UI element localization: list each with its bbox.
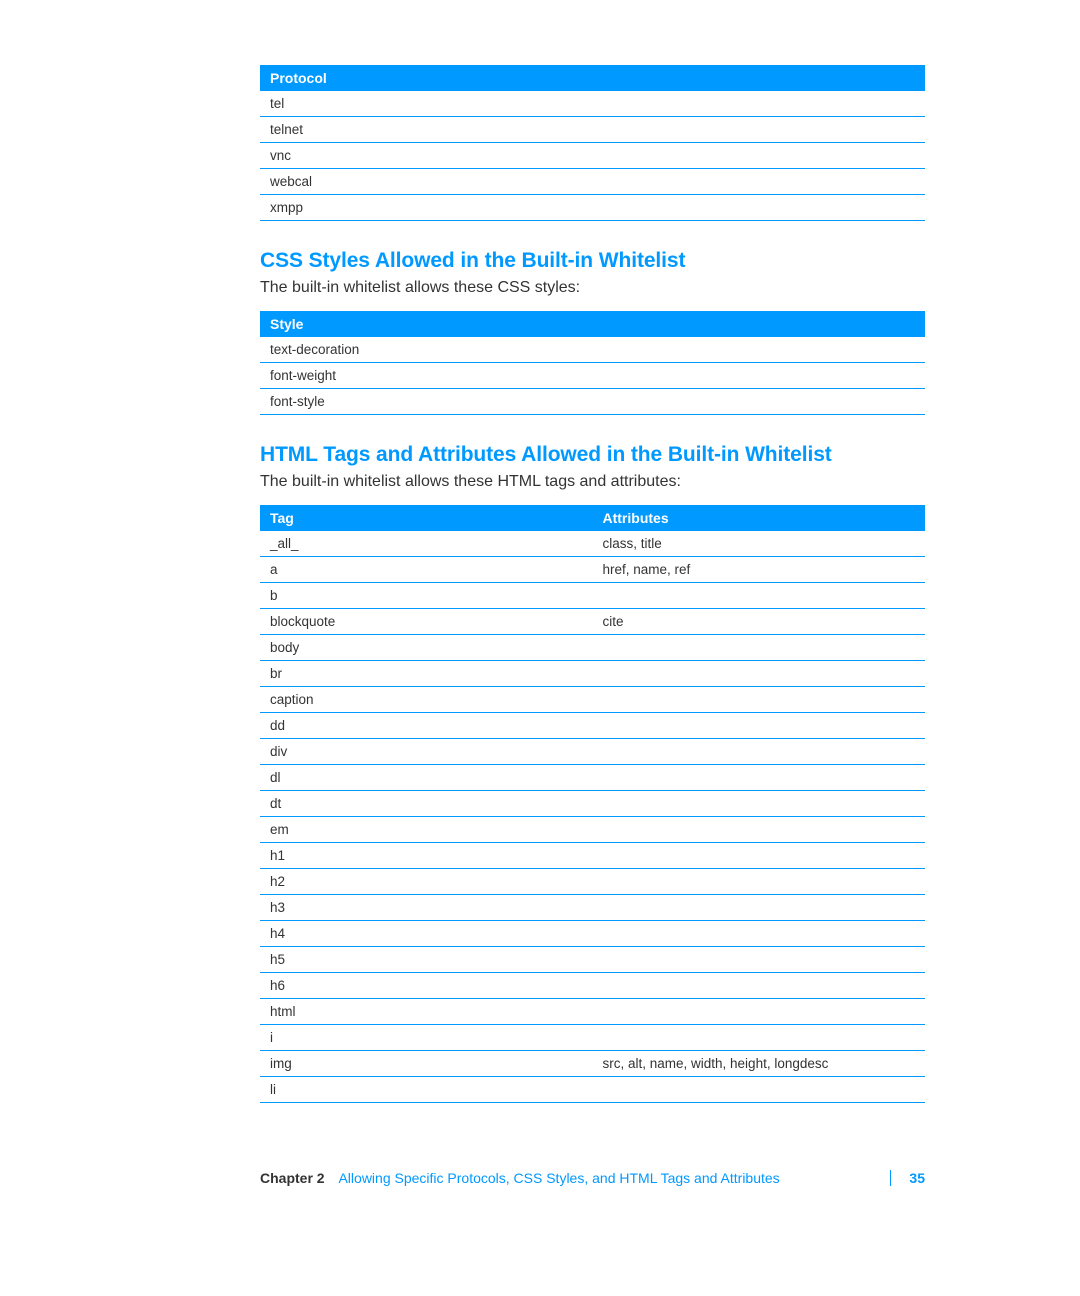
footer-chapter-title: Allowing Specific Protocols, CSS Styles,… bbox=[338, 1170, 779, 1186]
table-row: imgsrc, alt, name, width, height, longde… bbox=[260, 1051, 925, 1077]
html-tag-cell: h3 bbox=[260, 895, 593, 921]
table-row: dd bbox=[260, 713, 925, 739]
table-row: li bbox=[260, 1077, 925, 1103]
page-footer: Chapter 2 Allowing Specific Protocols, C… bbox=[0, 1170, 1080, 1186]
table-row: body bbox=[260, 635, 925, 661]
html-tag-cell: dl bbox=[260, 765, 593, 791]
html-attr-cell bbox=[593, 583, 926, 609]
protocol-header: Protocol bbox=[260, 65, 925, 91]
protocol-cell: telnet bbox=[260, 117, 925, 143]
protocol-cell: tel bbox=[260, 91, 925, 117]
html-attr-cell bbox=[593, 1025, 926, 1051]
table-row: br bbox=[260, 661, 925, 687]
html-tag-cell: b bbox=[260, 583, 593, 609]
table-row: em bbox=[260, 817, 925, 843]
protocol-cell: vnc bbox=[260, 143, 925, 169]
table-row: blockquotecite bbox=[260, 609, 925, 635]
table-row: h6 bbox=[260, 973, 925, 999]
html-section-heading: HTML Tags and Attributes Allowed in the … bbox=[260, 443, 925, 467]
html-attr-cell bbox=[593, 973, 926, 999]
html-tag-cell: li bbox=[260, 1077, 593, 1103]
html-attr-cell: class, title bbox=[593, 531, 926, 557]
html-tag-cell: html bbox=[260, 999, 593, 1025]
html-attr-cell bbox=[593, 713, 926, 739]
css-section-lead: The built-in whitelist allows these CSS … bbox=[260, 279, 925, 297]
html-attr-cell bbox=[593, 869, 926, 895]
protocol-table: Protocol teltelnetvncwebcalxmpp bbox=[260, 65, 925, 221]
html-attr-cell: src, alt, name, width, height, longdesc bbox=[593, 1051, 926, 1077]
table-row: h2 bbox=[260, 869, 925, 895]
css-style-table: Style text-decorationfont-weightfont-sty… bbox=[260, 311, 925, 415]
html-tag-cell: em bbox=[260, 817, 593, 843]
html-tag-cell: i bbox=[260, 1025, 593, 1051]
html-attr-cell bbox=[593, 921, 926, 947]
html-tag-header: Tag bbox=[260, 505, 593, 531]
html-attr-cell bbox=[593, 687, 926, 713]
html-tag-cell: dt bbox=[260, 791, 593, 817]
html-attr-cell bbox=[593, 999, 926, 1025]
html-attr-cell bbox=[593, 739, 926, 765]
table-row: ahref, name, ref bbox=[260, 557, 925, 583]
html-tag-cell: h1 bbox=[260, 843, 593, 869]
table-row: h1 bbox=[260, 843, 925, 869]
table-row: caption bbox=[260, 687, 925, 713]
html-attr-cell: href, name, ref bbox=[593, 557, 926, 583]
footer-chapter-label: Chapter 2 bbox=[260, 1170, 325, 1186]
html-tag-cell: br bbox=[260, 661, 593, 687]
html-tag-cell: body bbox=[260, 635, 593, 661]
css-style-cell: font-style bbox=[260, 389, 925, 415]
html-attr-cell bbox=[593, 817, 926, 843]
footer-page-number: 35 bbox=[890, 1170, 925, 1186]
protocol-cell: webcal bbox=[260, 169, 925, 195]
html-attr-header: Attributes bbox=[593, 505, 926, 531]
table-row: i bbox=[260, 1025, 925, 1051]
html-attr-cell: cite bbox=[593, 609, 926, 635]
html-tags-table: Tag Attributes _all_class, titleahref, n… bbox=[260, 505, 925, 1103]
table-row: div bbox=[260, 739, 925, 765]
table-row: h3 bbox=[260, 895, 925, 921]
css-style-header: Style bbox=[260, 311, 925, 337]
css-style-cell: text-decoration bbox=[260, 337, 925, 363]
css-style-cell: font-weight bbox=[260, 363, 925, 389]
html-attr-cell bbox=[593, 635, 926, 661]
html-tag-cell: h5 bbox=[260, 947, 593, 973]
page-content: Protocol teltelnetvncwebcalxmpp CSS Styl… bbox=[0, 0, 1080, 1103]
html-tag-cell: div bbox=[260, 739, 593, 765]
html-attr-cell bbox=[593, 1077, 926, 1103]
html-section-lead: The built-in whitelist allows these HTML… bbox=[260, 473, 925, 491]
html-attr-cell bbox=[593, 895, 926, 921]
html-tag-cell: h6 bbox=[260, 973, 593, 999]
table-row: h4 bbox=[260, 921, 925, 947]
table-row: html bbox=[260, 999, 925, 1025]
table-row: _all_class, title bbox=[260, 531, 925, 557]
html-attr-cell bbox=[593, 765, 926, 791]
table-row: b bbox=[260, 583, 925, 609]
html-tag-cell: caption bbox=[260, 687, 593, 713]
html-tag-cell: h2 bbox=[260, 869, 593, 895]
html-attr-cell bbox=[593, 791, 926, 817]
html-tag-cell: blockquote bbox=[260, 609, 593, 635]
html-tag-cell: _all_ bbox=[260, 531, 593, 557]
html-attr-cell bbox=[593, 661, 926, 687]
table-row: dt bbox=[260, 791, 925, 817]
css-section-heading: CSS Styles Allowed in the Built-in White… bbox=[260, 249, 925, 273]
html-attr-cell bbox=[593, 843, 926, 869]
table-row: h5 bbox=[260, 947, 925, 973]
html-tag-cell: h4 bbox=[260, 921, 593, 947]
html-tag-cell: dd bbox=[260, 713, 593, 739]
protocol-cell: xmpp bbox=[260, 195, 925, 221]
table-row: dl bbox=[260, 765, 925, 791]
html-tag-cell: img bbox=[260, 1051, 593, 1077]
html-tag-cell: a bbox=[260, 557, 593, 583]
html-attr-cell bbox=[593, 947, 926, 973]
